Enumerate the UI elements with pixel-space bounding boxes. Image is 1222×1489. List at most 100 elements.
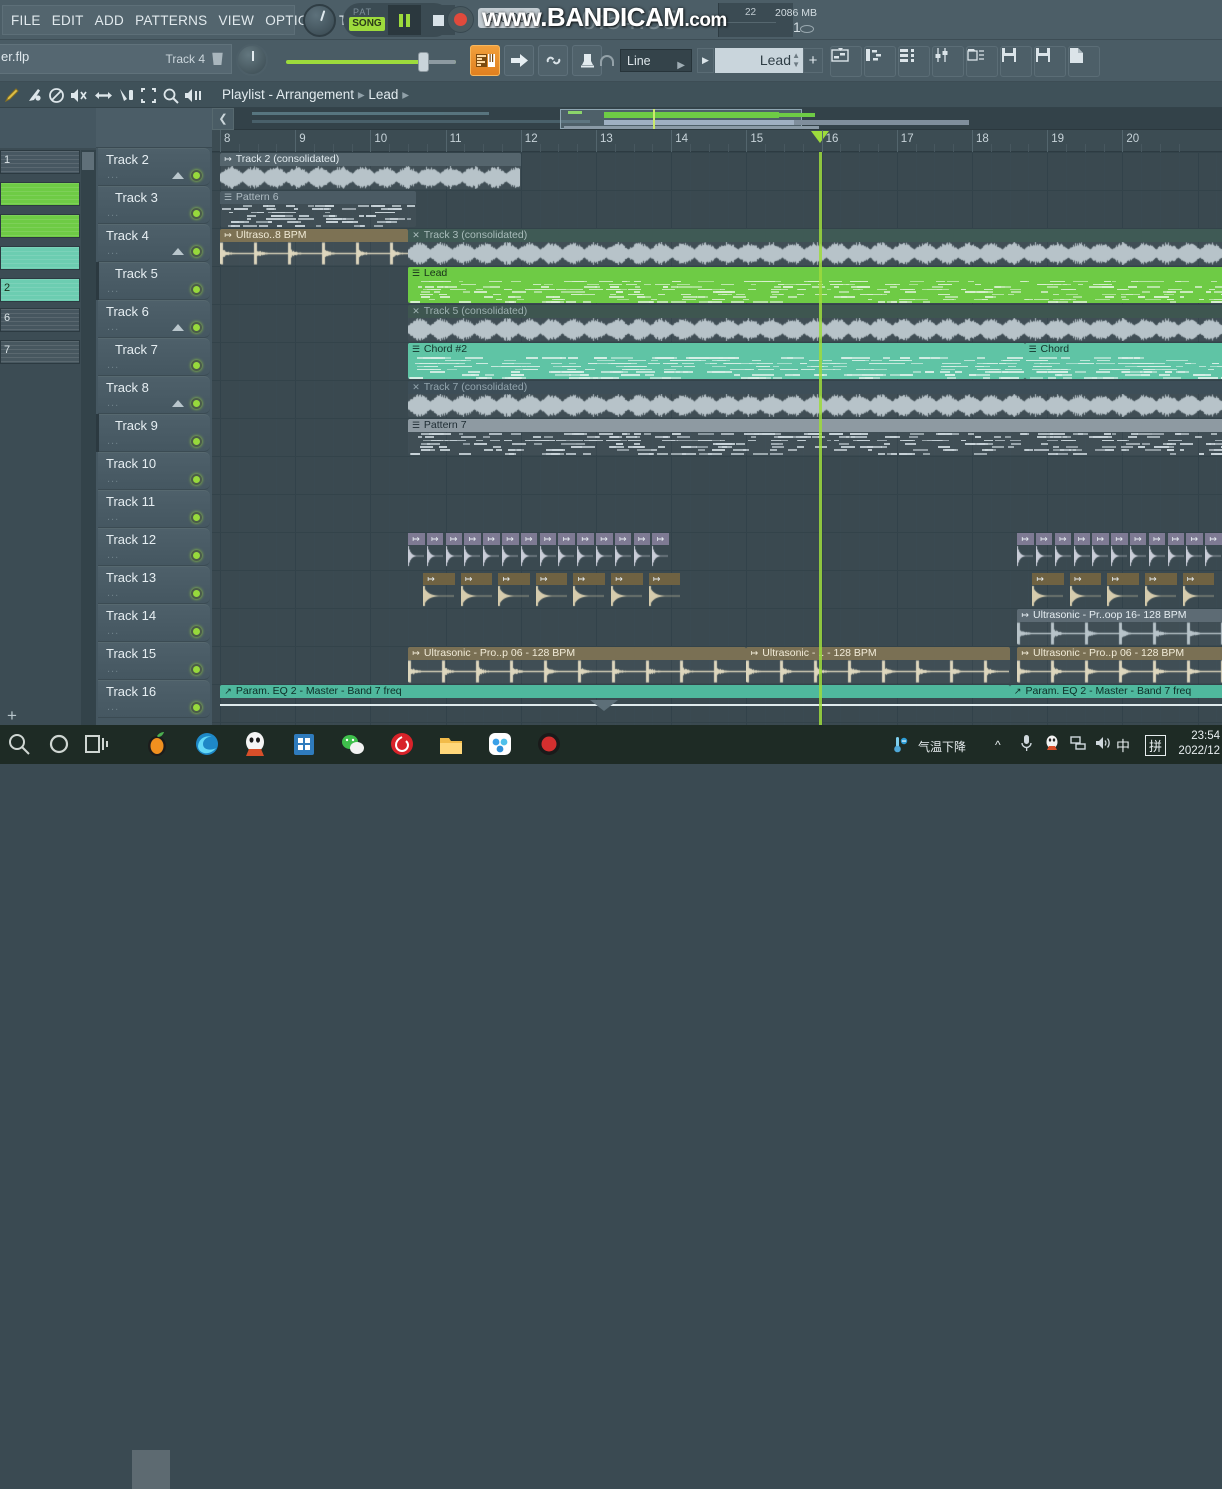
taskbar-qq-icon[interactable] [242,731,269,758]
clip-header[interactable]: ↦ Ultrasonic - Pro..p 06 - 128 BPM [1017,647,1222,660]
drum-sample-clip[interactable]: ↦ [1129,533,1147,567]
track-fader-dots[interactable]: ... [107,245,119,257]
track-fader-dots[interactable]: ... [107,511,119,523]
clip-header[interactable]: ↦ [539,533,557,545]
clip-header[interactable]: ↦ [498,573,530,585]
track-header-track-12[interactable]: Track 12... [98,528,210,566]
clip-header[interactable]: ↦ [652,533,669,545]
menu-item-patterns[interactable]: PATTERNS [135,13,207,28]
pattern-name-field[interactable]: Lead ▲ ▼ [715,48,803,73]
clip-header[interactable]: ☰ Pattern 6 [220,191,416,204]
drum-sample-clip[interactable]: ↦ [520,533,538,567]
ime-pinyin-label[interactable]: 拼 [1145,735,1167,756]
drum-sample-clip[interactable]: ↦ [1107,573,1139,607]
clip-header[interactable]: ↦ [1107,573,1139,585]
pattern-picker-item[interactable]: 7 [0,340,80,364]
track-enable-led[interactable] [191,664,202,675]
drum-sample-clip[interactable]: ↦ [1205,533,1222,567]
taskbar-fl-studio-icon[interactable] [144,731,171,758]
pattern-picker-item[interactable]: 1 [0,150,80,174]
track-enable-led[interactable] [191,512,202,523]
clip-header[interactable]: ☰ Chord #2 [408,343,1025,356]
track-fader-dots[interactable]: ... [107,169,119,181]
drum-sample-clip[interactable]: ↦ [1032,573,1064,607]
clip-header[interactable]: ↦ [1182,573,1215,585]
tray-expand-icon[interactable]: ^ [995,738,1001,752]
track-enable-led[interactable] [191,626,202,637]
playlist-clip[interactable]: ✕ Track 3 (consolidated) [408,229,1222,265]
line-mode-select[interactable]: Line ▶ [620,49,692,72]
playlist-clip[interactable]: ↦ Ultraso..8 BPM [220,229,408,265]
slice-tool-icon[interactable] [118,87,135,104]
breadcrumb-playlist[interactable]: Playlist - Arrangement [222,87,354,102]
pattern-picker-item[interactable] [0,246,80,270]
track-header-track-8[interactable]: Track 8... [98,376,210,414]
clip-header[interactable]: ↦ [1017,533,1034,545]
clip-header[interactable]: ↦ [1035,533,1053,545]
network-icon[interactable] [1070,736,1086,753]
playlist-resize-handle[interactable] [590,700,618,711]
track-fader-dots[interactable]: ... [107,207,119,219]
track-fader-dots[interactable]: ... [107,359,119,371]
clip-header[interactable]: ↦ [1144,573,1177,585]
track-fader-dots[interactable]: ... [107,663,119,675]
track-fader-dots[interactable]: ... [107,701,119,713]
drum-sample-clip[interactable]: ↦ [1182,573,1215,607]
microphone-icon[interactable] [1021,734,1032,755]
clip-header[interactable]: ☰ Pattern 7 [408,419,1222,432]
drum-sample-clip[interactable]: ↦ [577,533,594,567]
playlist-clip[interactable]: ↦ Ultrasonic - Pro..p 06 - 128 BPM [408,647,747,683]
clip-header[interactable]: ↦ [577,533,594,545]
drum-sample-clip[interactable]: ↦ [614,533,632,567]
toolbar-playlist-button[interactable] [830,46,862,77]
clip-header[interactable]: ↦ [423,573,455,585]
clip-header[interactable]: ↦ [1205,533,1222,545]
track-header-track-6[interactable]: Track 6... [98,300,210,338]
taskbar-microsoft-store-icon[interactable] [291,731,318,758]
track-enable-led[interactable] [191,170,202,181]
track-collapse-icon[interactable] [172,172,184,179]
drum-sample-clip[interactable]: ↦ [502,533,519,567]
taskbar-file-explorer-icon[interactable] [438,731,465,758]
clip-header[interactable]: ↦ [1111,533,1128,545]
clip-header[interactable]: ↦ [1032,573,1064,585]
playlist-clip[interactable]: ☰ Pattern 6 [220,191,416,227]
track-enable-led[interactable] [191,702,202,713]
playlist-area[interactable]: ❮ ↦ Track 2 (consolidated) ☰ Pattern 6 ↦ U… [212,108,1222,725]
menu-item-edit[interactable]: EDIT [52,13,84,28]
breadcrumb-pattern[interactable]: Lead [368,87,398,102]
draw-tool-icon[interactable] [4,87,21,104]
taskbar-task-view-icon[interactable] [84,731,111,758]
toolbar-mixer-button[interactable] [932,46,964,77]
track-fader-dots[interactable]: ... [107,397,119,409]
drum-sample-clip[interactable]: ↦ [1144,573,1177,607]
play-pause-button[interactable] [388,5,421,35]
drum-sample-clip[interactable]: ↦ [1035,533,1053,567]
track-header-track-10[interactable]: Track 10... [98,452,210,490]
track-header-track-11[interactable]: Track 11... [98,490,210,528]
clip-header[interactable]: ↦ [1129,533,1147,545]
clip-header[interactable]: ↦ Ultraso..8 BPM [220,229,408,242]
drum-sample-clip[interactable]: ↦ [633,533,651,567]
clip-header[interactable]: ↦ Ultrasonic - Pr..oop 16- 128 BPM [1017,609,1222,622]
taskbar-wechat-icon[interactable] [340,731,367,758]
playlist-clip[interactable]: ✕ Track 7 (consolidated) [408,381,1222,417]
drum-sample-clip[interactable]: ↦ [652,533,669,567]
track-enable-led[interactable] [191,284,202,295]
drum-sample-clip[interactable]: ↦ [535,573,568,607]
clip-header[interactable]: ↦ Ultrasonic - .. - 128 BPM [746,647,1010,660]
track-enable-led[interactable] [191,436,202,447]
track-fader-dots[interactable]: ... [107,435,119,447]
add-pattern-button[interactable]: + [803,48,823,73]
track-fader-dots[interactable]: ... [107,283,119,295]
clip-header[interactable]: ↦ [558,533,575,545]
taskbar-search-icon[interactable] [6,731,33,758]
clip-header[interactable]: ↦ [426,533,444,545]
track-enable-led[interactable] [191,246,202,257]
menu-item-file[interactable]: FILE [11,13,41,28]
track-enable-led[interactable] [191,398,202,409]
drum-sample-clip[interactable]: ↦ [464,533,481,567]
song-mode-label[interactable]: SONG [349,17,385,31]
taskbar-baidu-netdisk-icon[interactable] [487,731,514,758]
track-fader-dots[interactable]: ... [107,321,119,333]
